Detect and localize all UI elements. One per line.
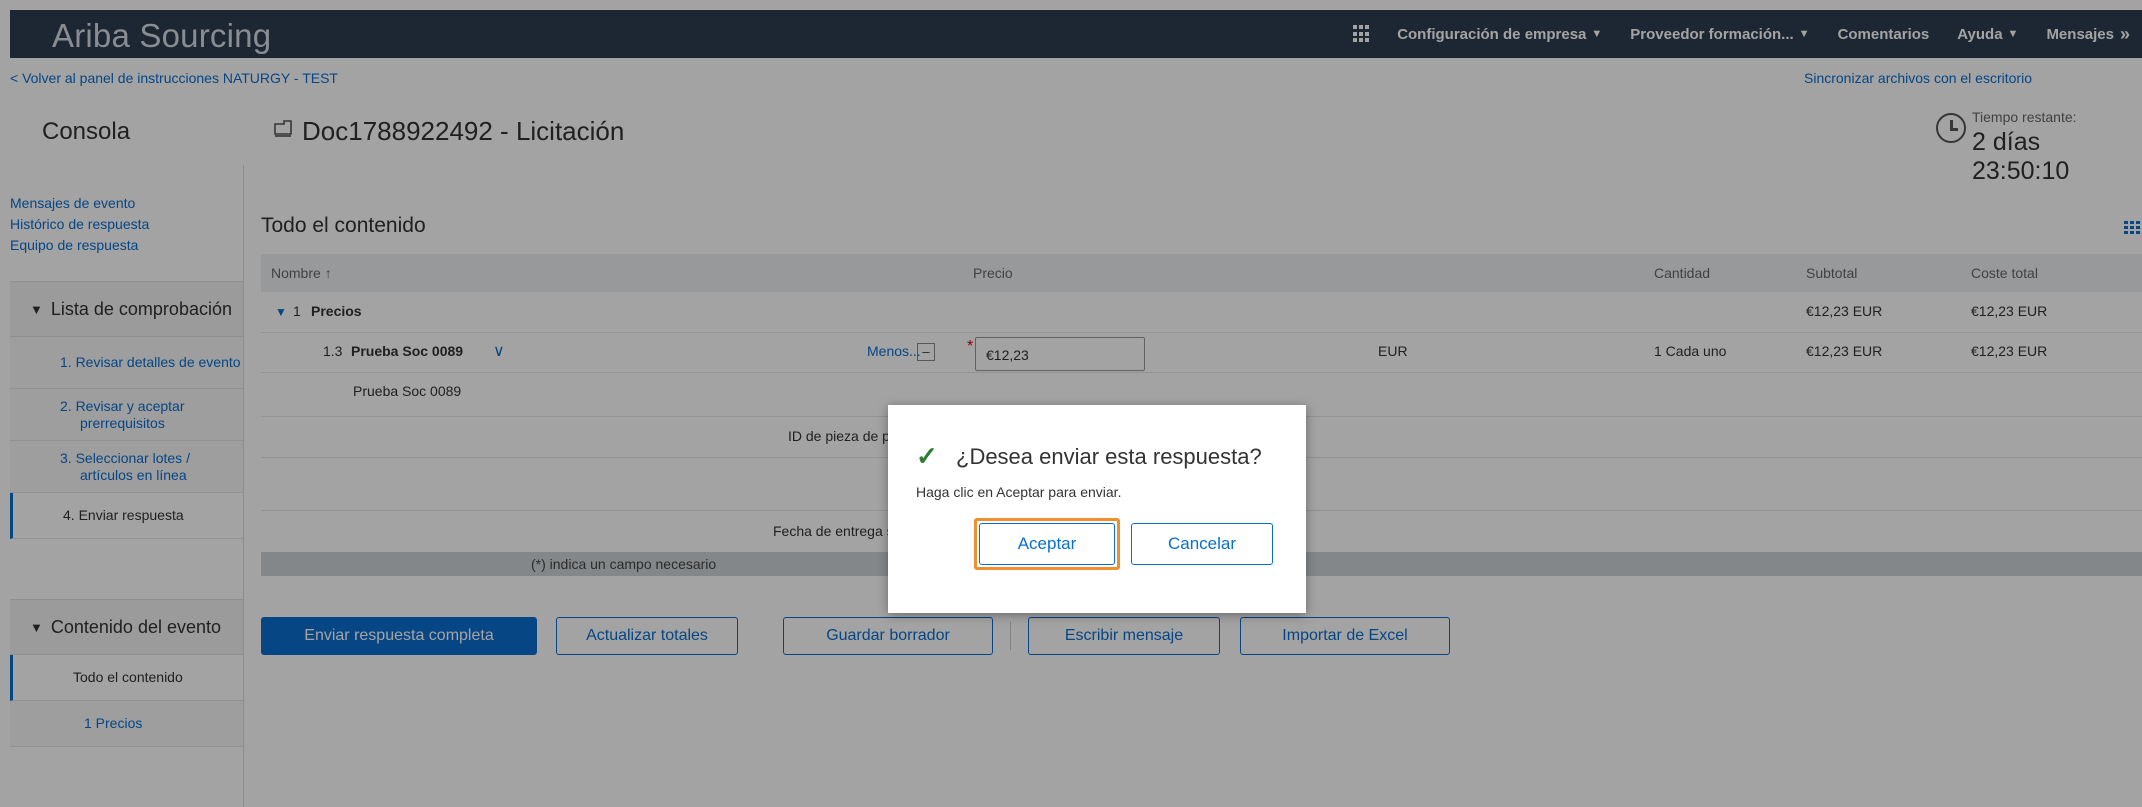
cancel-button[interactable]: Cancelar bbox=[1131, 523, 1273, 565]
modal-overlay bbox=[0, 0, 2142, 807]
accept-button[interactable]: Aceptar bbox=[979, 523, 1115, 565]
confirm-submit-dialog: ✓ ¿Desea enviar esta respuesta? Haga cli… bbox=[888, 405, 1306, 613]
dialog-message: Haga clic en Aceptar para enviar. bbox=[916, 484, 1122, 500]
checkmark-icon: ✓ bbox=[916, 441, 938, 471]
dialog-title: ¿Desea enviar esta respuesta? bbox=[956, 444, 1262, 469]
